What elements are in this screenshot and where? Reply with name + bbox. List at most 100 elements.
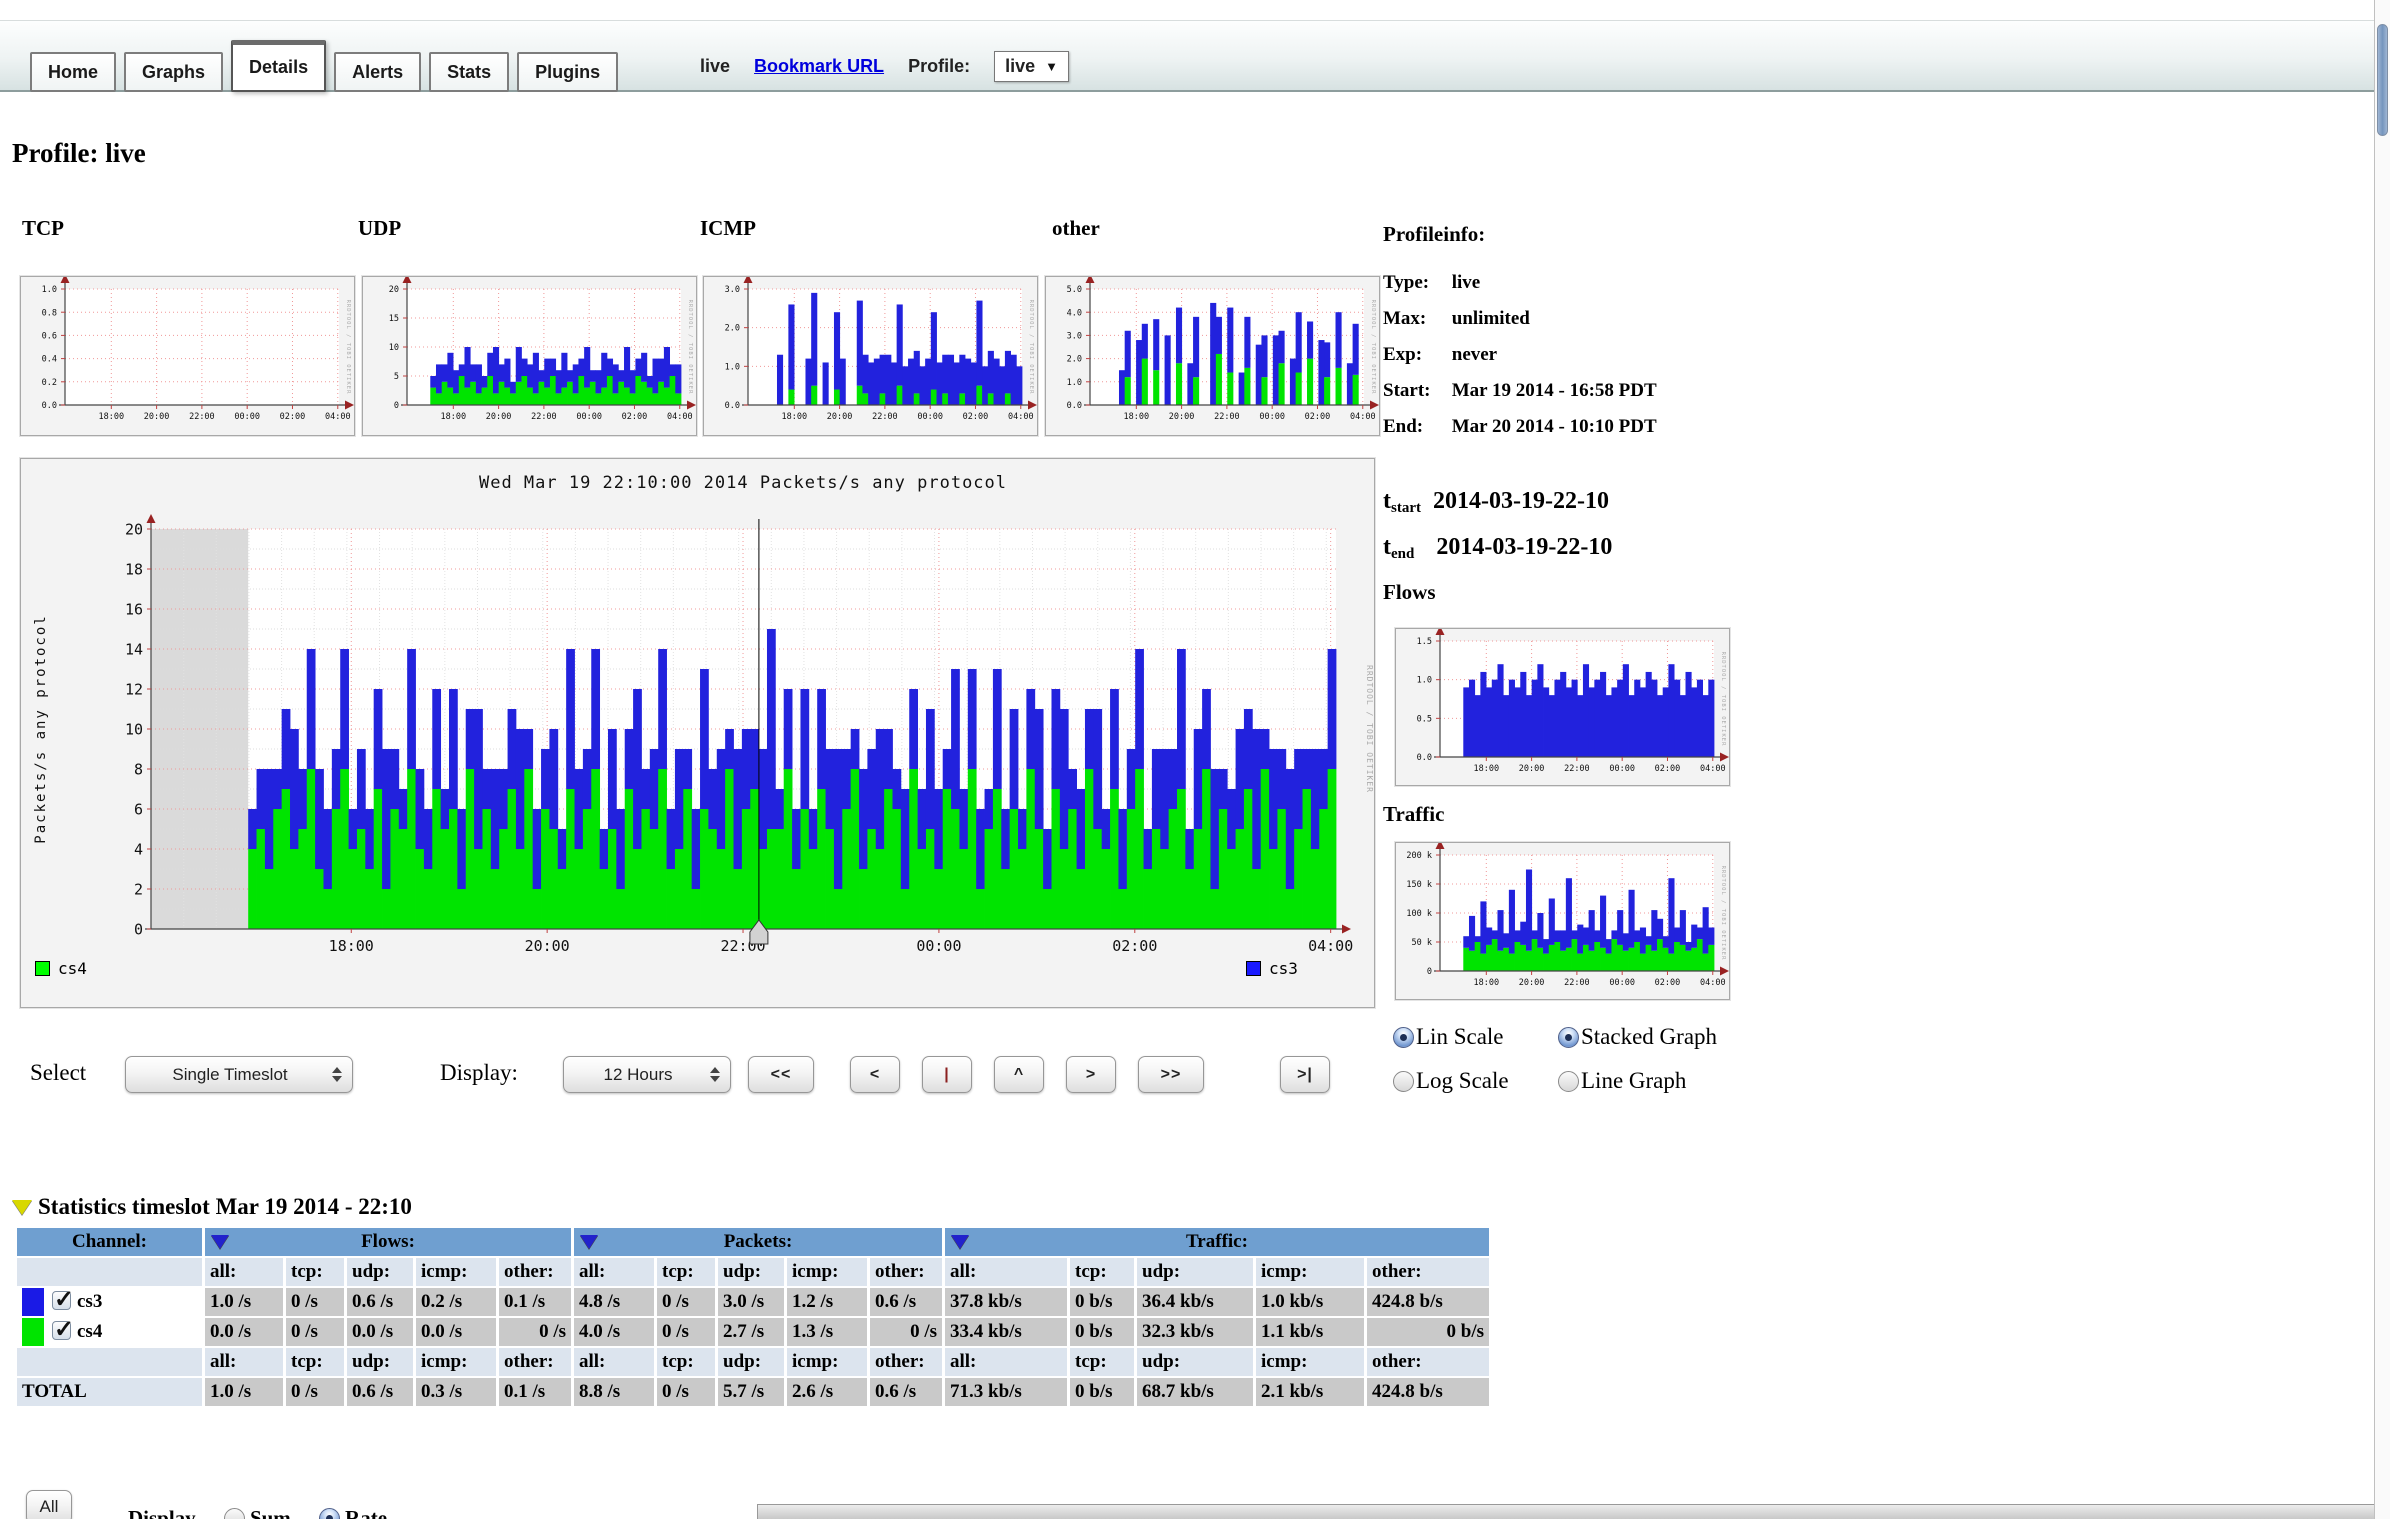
svg-text:15: 15: [389, 314, 399, 324]
cs3-checkbox[interactable]: [52, 1291, 71, 1310]
timeslot-select[interactable]: Single Timeslot: [125, 1056, 353, 1093]
cs4-checkbox[interactable]: [52, 1321, 71, 1340]
sort-arrow-icon[interactable]: [951, 1235, 969, 1249]
column-group-header-packets[interactable]: Packets:: [574, 1228, 942, 1256]
cell-total-8: 2.6 /s: [787, 1378, 867, 1406]
profileinfo-max-row: Max: unlimited: [1383, 308, 1530, 330]
column-group-header-flows[interactable]: Flows:: [205, 1228, 571, 1256]
svg-text:RRDTOOL / TOBI OETIKER: RRDTOOL / TOBI OETIKER: [687, 300, 693, 395]
svg-text:0.4: 0.4: [42, 355, 57, 365]
profileinfo-max-value: unlimited: [1452, 308, 1530, 329]
profileinfo-max-key: Max:: [1383, 308, 1447, 330]
sort-arrow-icon[interactable]: [580, 1235, 598, 1249]
svg-text:0: 0: [1427, 967, 1432, 977]
line-graph-radio[interactable]: [1558, 1071, 1579, 1092]
statistics-heading-text: Statistics timeslot Mar 19 2014 - 22:10: [38, 1194, 412, 1220]
svg-text:18:00: 18:00: [441, 412, 467, 422]
line-graph-option: Line Graph: [1558, 1068, 1686, 1094]
subheader-icmp: icmp:: [1256, 1348, 1364, 1376]
tend-row: tend2014-03-19-22-10: [1383, 534, 1612, 563]
subheader-all: all:: [574, 1258, 654, 1286]
svg-text:8: 8: [134, 760, 143, 778]
cell-cs3-14: 424.8 b/s: [1367, 1288, 1489, 1316]
svg-text:1.0: 1.0: [1417, 676, 1432, 686]
column-group-header-traffic[interactable]: Traffic:: [945, 1228, 1489, 1256]
bottom-window-edge: [757, 1504, 2390, 1519]
svg-text:00:00: 00:00: [576, 412, 602, 422]
profileinfo-end-row: End: Mar 20 2014 - 10:10 PDT: [1383, 416, 1657, 438]
main-chart[interactable]: Wed Mar 19 22:10:00 2014 Packets/s any p…: [20, 458, 1375, 1008]
cell-cs3-12: 36.4 kb/s: [1137, 1288, 1253, 1316]
svg-text:22:00: 22:00: [1214, 412, 1240, 422]
tab-plugins[interactable]: Plugins: [517, 52, 618, 92]
all-button[interactable]: All: [26, 1490, 72, 1519]
log-scale-option: Log Scale: [1393, 1068, 1509, 1094]
line-graph-label: Line Graph: [1581, 1068, 1686, 1093]
svg-text:02:00: 02:00: [1112, 937, 1157, 955]
profileinfo-exp-row: Exp: never: [1383, 344, 1497, 366]
sum-radio[interactable]: [224, 1508, 245, 1519]
cell-cs3-1: 0 /s: [286, 1288, 344, 1316]
svg-text:14: 14: [125, 640, 143, 658]
lin-scale-radio[interactable]: [1393, 1027, 1414, 1048]
nav-first-button[interactable]: <<: [748, 1056, 814, 1093]
nav-up-button[interactable]: ^: [994, 1056, 1044, 1093]
collapse-arrow-icon[interactable]: [12, 1200, 32, 1215]
nav-last-button[interactable]: >|: [1280, 1056, 1330, 1093]
subheader-tcp: tcp:: [286, 1258, 344, 1286]
cell-cs3-2: 0.6 /s: [347, 1288, 413, 1316]
nav-next-button[interactable]: >: [1066, 1056, 1116, 1093]
svg-text:22:00: 22:00: [872, 412, 898, 422]
svg-text:150 k: 150 k: [1406, 880, 1432, 890]
profileinfo-end-value: Mar 20 2014 - 10:10 PDT: [1452, 416, 1657, 437]
sort-arrow-icon[interactable]: [211, 1235, 229, 1249]
svg-text:3.0: 3.0: [1067, 331, 1082, 341]
svg-text:0.0: 0.0: [42, 401, 57, 411]
svg-text:02:00: 02:00: [280, 412, 306, 422]
tab-home[interactable]: Home: [30, 52, 116, 92]
tend-value: 2014-03-19-22-10: [1436, 534, 1612, 560]
log-scale-label: Log Scale: [1416, 1068, 1509, 1093]
subheader-icmp: icmp:: [416, 1258, 496, 1286]
svg-text:0.0: 0.0: [1417, 753, 1432, 763]
subheader-udp: udp:: [718, 1348, 784, 1376]
svg-text:100 k: 100 k: [1406, 909, 1432, 919]
subheader-icmp: icmp:: [1256, 1258, 1364, 1286]
tab-details[interactable]: Details: [231, 40, 326, 92]
tab-stats[interactable]: Stats: [429, 52, 509, 92]
cell-cs4-11: 0 b/s: [1070, 1318, 1134, 1346]
nav-forward-button[interactable]: >>: [1138, 1056, 1204, 1093]
tab-alerts[interactable]: Alerts: [334, 52, 421, 92]
svg-text:00:00: 00:00: [917, 412, 943, 422]
svg-text:0.8: 0.8: [42, 308, 57, 318]
tstart-value: 2014-03-19-22-10: [1433, 488, 1609, 514]
subheader-all: all:: [945, 1258, 1067, 1286]
svg-text:18:00: 18:00: [99, 412, 125, 422]
svg-text:1.5: 1.5: [1417, 637, 1432, 647]
stacked-graph-radio[interactable]: [1558, 1027, 1579, 1048]
display-range-select[interactable]: 12 Hours: [563, 1056, 731, 1093]
cell-total-9: 0.6 /s: [870, 1378, 942, 1406]
svg-text:0.5: 0.5: [1417, 714, 1432, 724]
cell-cs4-2: 0.0 /s: [347, 1318, 413, 1346]
svg-text:20:00: 20:00: [486, 412, 512, 422]
vertical-scrollbar[interactable]: [2374, 0, 2390, 1519]
svg-text:RRDTOOL / TOBI OETIKER: RRDTOOL / TOBI OETIKER: [1720, 866, 1726, 961]
svg-text:0.0: 0.0: [1067, 401, 1082, 411]
svg-text:20:00: 20:00: [144, 412, 170, 422]
profile-dropdown[interactable]: live ▼: [994, 51, 1069, 82]
cell-cs4-0: 0.0 /s: [205, 1318, 283, 1346]
subheader-other: other:: [499, 1348, 571, 1376]
svg-text:00:00: 00:00: [916, 937, 961, 955]
bookmark-url-link[interactable]: Bookmark URL: [754, 56, 884, 77]
tab-graphs[interactable]: Graphs: [124, 52, 223, 92]
rate-radio[interactable]: [319, 1508, 340, 1519]
scrollbar-thumb[interactable]: [2377, 24, 2388, 136]
log-scale-radio[interactable]: [1393, 1071, 1414, 1092]
rate-label: Rate: [345, 1506, 387, 1519]
svg-text:RRDTOOL / TOBI OETIKER: RRDTOOL / TOBI OETIKER: [1370, 300, 1376, 395]
nav-prev-button[interactable]: <: [850, 1056, 900, 1093]
profileinfo-end-key: End:: [1383, 416, 1447, 438]
cell-cs3-8: 1.2 /s: [787, 1288, 867, 1316]
nav-now-button[interactable]: |: [922, 1056, 972, 1093]
